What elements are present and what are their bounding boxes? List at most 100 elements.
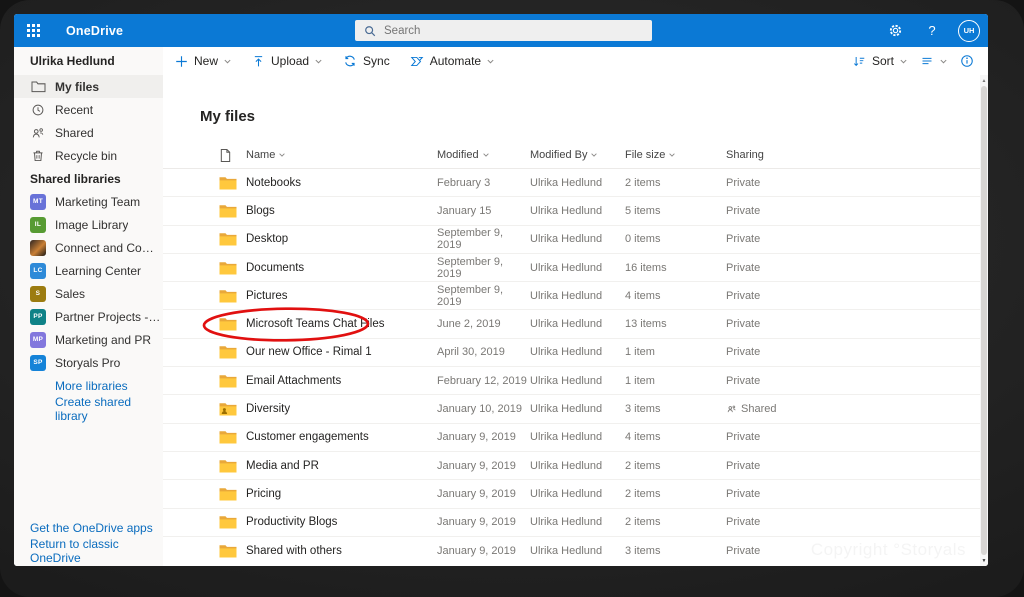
file-name[interactable]: Notebooks [246, 177, 437, 189]
account-avatar[interactable]: UH [958, 20, 980, 42]
file-row-notebooks[interactable]: NotebooksFebruary 3Ulrika Hedlund2 items… [163, 168, 988, 196]
avatar-initials: UH [964, 26, 975, 35]
return-classic-onedrive-link[interactable]: Return to classic OneDrive [14, 539, 163, 562]
file-size: 1 item [625, 346, 726, 358]
new-button[interactable]: New [175, 54, 232, 68]
library-tile-icon: IL [30, 217, 46, 233]
file-name[interactable]: Documents [246, 262, 437, 274]
modified-by: Ulrika Hedlund [530, 488, 625, 500]
file-name[interactable]: Pricing [246, 488, 437, 500]
automate-icon [410, 55, 424, 68]
help-button[interactable]: ? [921, 20, 943, 42]
app-launcher-icon [27, 24, 40, 37]
file-row-blogs[interactable]: BlogsJanuary 15Ulrika Hedlund5 itemsPriv… [163, 196, 988, 224]
file-icon-cell [208, 204, 246, 218]
settings-button[interactable] [884, 20, 906, 42]
column-header-modified[interactable]: Modified [437, 149, 530, 161]
create-shared-library-link[interactable]: Create shared library [14, 397, 163, 420]
sidebar-item-my-files[interactable]: My files [14, 75, 163, 98]
app-launcher-button[interactable] [14, 14, 52, 47]
sidebar-library-partner-projects-external[interactable]: PPPartner Projects - External [14, 305, 163, 328]
sharing-label: Private [726, 545, 760, 557]
sharing-status: Private [726, 375, 988, 387]
sharing-status: Private [726, 488, 988, 500]
sidebar-library-marketing-team[interactable]: MTMarketing Team [14, 190, 163, 213]
scroll-down-arrow-icon[interactable]: ▼ [980, 556, 988, 565]
view-controls: Sort [852, 54, 988, 68]
file-row-diversity[interactable]: DiversityJanuary 10, 2019Ulrika Hedlund3… [163, 394, 988, 422]
view-options-button[interactable] [920, 55, 948, 67]
file-row-desktop[interactable]: DesktopSeptember 9, 2019Ulrika Hedlund0 … [163, 225, 988, 253]
sort-button-label: Sort [872, 54, 894, 68]
upload-button[interactable]: Upload [252, 54, 323, 68]
sidebar-item-recent[interactable]: Recent [14, 98, 163, 121]
folder-icon [219, 430, 237, 444]
folder-icon [219, 317, 237, 331]
vertical-scrollbar[interactable]: ▲ ▼ [980, 75, 988, 566]
file-row-productivity-blogs[interactable]: Productivity BlogsJanuary 9, 2019Ulrika … [163, 508, 988, 536]
automate-button[interactable]: Automate [410, 54, 495, 68]
modified-date: June 2, 2019 [437, 318, 530, 330]
document-icon [219, 148, 232, 163]
file-icon-cell [208, 487, 246, 501]
file-name[interactable]: Email Attachments [246, 375, 437, 387]
sidebar-library-sales[interactable]: SSales [14, 282, 163, 305]
shared-libraries-heading: Shared libraries [14, 167, 163, 190]
file-name[interactable]: Blogs [246, 205, 437, 217]
file-name[interactable]: Microsoft Teams Chat Files [246, 318, 437, 330]
file-type-column-header[interactable] [208, 148, 246, 163]
sort-button[interactable]: Sort [852, 54, 908, 68]
file-row-documents[interactable]: DocumentsSeptember 9, 2019Ulrika Hedlund… [163, 253, 988, 281]
column-label: Modified By [530, 149, 587, 161]
file-row-pictures[interactable]: PicturesSeptember 9, 2019Ulrika Hedlund4… [163, 281, 988, 309]
upload-icon [252, 55, 265, 68]
file-row-microsoft-teams-chat-files[interactable]: Microsoft Teams Chat FilesJune 2, 2019Ul… [163, 309, 988, 337]
column-header-modified-by[interactable]: Modified By [530, 149, 625, 161]
chevron-down-icon [223, 57, 232, 66]
file-row-our-new-office-rimal-1[interactable]: Our new Office - Rimal 1April 30, 2019Ul… [163, 338, 988, 366]
sidebar-item-shared[interactable]: Shared [14, 121, 163, 144]
file-name[interactable]: Our new Office - Rimal 1 [246, 346, 437, 358]
sidebar-library-connect-and-communic[interactable]: Connect and Communic... [14, 236, 163, 259]
modified-by: Ulrika Hedlund [530, 460, 625, 472]
file-row-customer-engagements[interactable]: Customer engagementsJanuary 9, 2019Ulrik… [163, 423, 988, 451]
file-row-email-attachments[interactable]: Email AttachmentsFebruary 12, 2019Ulrika… [163, 366, 988, 394]
file-icon-cell [208, 402, 246, 416]
scrollbar-thumb[interactable] [981, 86, 987, 555]
search-input[interactable] [382, 24, 652, 38]
file-name[interactable]: Pictures [246, 290, 437, 302]
file-row-media-and-pr[interactable]: Media and PRJanuary 9, 2019Ulrika Hedlun… [163, 451, 988, 479]
details-pane-button[interactable] [960, 54, 974, 68]
sidebar-library-storyals-pro[interactable]: SPStoryals Pro [14, 351, 163, 374]
file-size: 3 items [625, 545, 726, 557]
file-name[interactable]: Productivity Blogs [246, 516, 437, 528]
column-label: Name [246, 149, 275, 161]
file-name[interactable]: Shared with others [246, 545, 437, 557]
file-icon-cell [208, 317, 246, 331]
scroll-up-arrow-icon[interactable]: ▲ [980, 76, 988, 85]
column-label: Modified [437, 149, 479, 161]
column-header-file-size[interactable]: File size [625, 149, 726, 161]
sync-button[interactable]: Sync [343, 54, 390, 68]
sidebar-library-image-library[interactable]: IL Image Library [14, 213, 163, 236]
chevron-down-icon [899, 57, 908, 66]
search-box[interactable] [355, 20, 652, 41]
library-label: Partner Projects - External [55, 310, 163, 324]
file-row-pricing[interactable]: PricingJanuary 9, 2019Ulrika Hedlund2 it… [163, 479, 988, 507]
sharing-label: Private [726, 318, 760, 330]
file-name[interactable]: Desktop [246, 233, 437, 245]
sidebar-item-label: My files [55, 80, 99, 94]
column-header-sharing[interactable]: Sharing [726, 149, 988, 161]
file-size: 2 items [625, 460, 726, 472]
column-header-name[interactable]: Name [246, 149, 437, 161]
modified-date: April 30, 2019 [437, 346, 530, 358]
app-window: OneDrive ? UH Ulrika Hedlund My files Re… [14, 14, 988, 566]
sidebar-item-recycle-bin[interactable]: Recycle bin [14, 144, 163, 167]
sidebar-library-learning-center[interactable]: LCLearning Center [14, 259, 163, 282]
file-name[interactable]: Customer engagements [246, 431, 437, 443]
library-label: Image Library [55, 218, 128, 232]
file-name[interactable]: Diversity [246, 403, 437, 415]
file-name[interactable]: Media and PR [246, 460, 437, 472]
sidebar-library-marketing-and-pr[interactable]: MPMarketing and PR [14, 328, 163, 351]
library-tile-icon: MP [30, 332, 46, 348]
